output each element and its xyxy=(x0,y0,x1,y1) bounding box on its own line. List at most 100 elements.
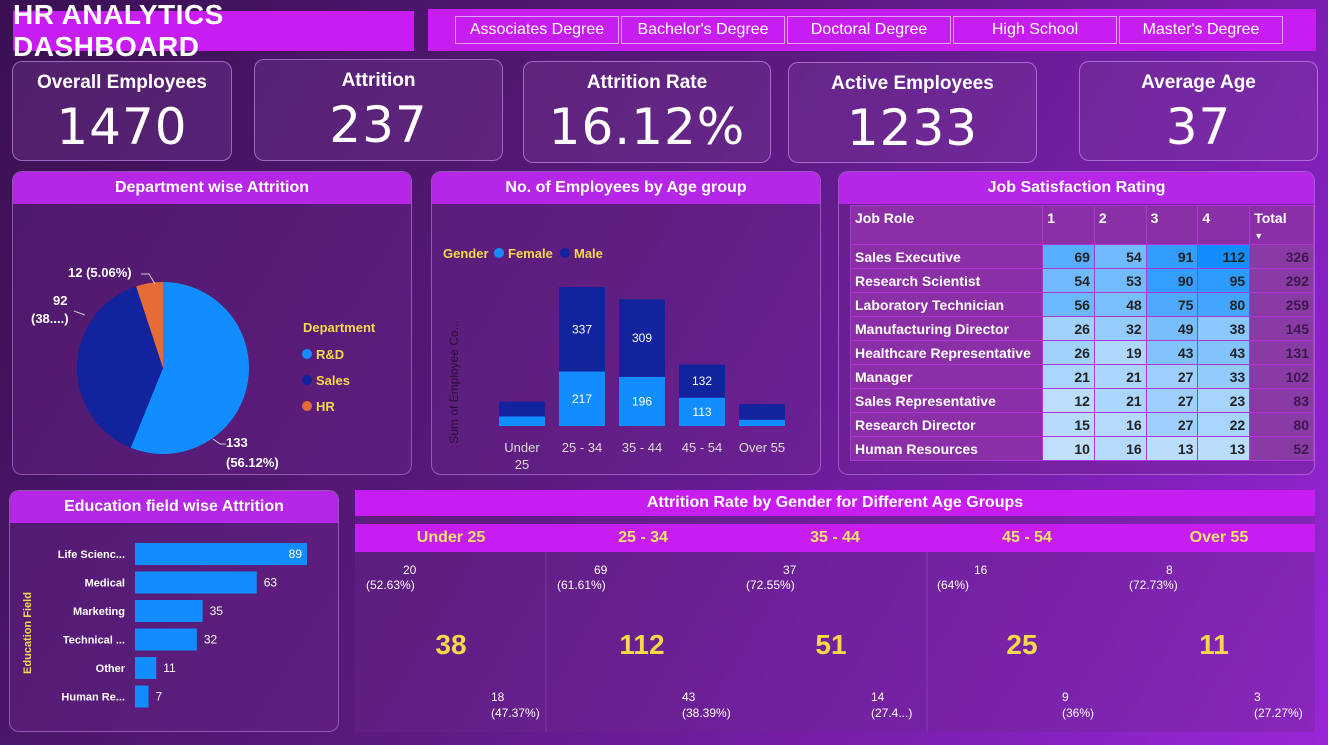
rating-cell: 38 xyxy=(1197,316,1251,341)
data-label: 133 xyxy=(226,435,248,450)
legend-item: R&D xyxy=(316,347,344,362)
job-role-cell: Research Director xyxy=(849,412,1044,437)
age-group-header: 35 - 44 xyxy=(810,529,860,546)
table-row[interactable]: Manager 21 21 27 33 102 xyxy=(849,364,1314,389)
table-row[interactable]: Manufacturing Director 26 32 49 38 145 xyxy=(849,316,1314,341)
table-row[interactable]: Research Director 15 16 27 22 80 xyxy=(849,412,1314,437)
total-cell: 52 xyxy=(1249,436,1314,461)
kpi-value: 37 xyxy=(1165,98,1232,156)
slicer-bachelors-degree[interactable]: Bachelor's Degree xyxy=(621,16,785,44)
sort-desc-icon[interactable]: ▼ xyxy=(1254,231,1263,241)
kpi-label: Attrition xyxy=(341,70,416,91)
kpi-value: 237 xyxy=(329,96,428,154)
data-label: (52.63%) xyxy=(366,578,415,592)
total-cell: 145 xyxy=(1249,316,1314,341)
rating-cell: 80 xyxy=(1197,292,1251,317)
data-label: (72.55%) xyxy=(746,578,795,592)
total-cell: 259 xyxy=(1249,292,1314,317)
y-axis-label: Education Field xyxy=(22,592,34,674)
data-label: 37 xyxy=(783,563,797,577)
rating-cell: 23 xyxy=(1197,388,1251,413)
tick-label: Other xyxy=(96,663,126,675)
total-cell: 292 xyxy=(1249,268,1314,293)
card-title: Department wise Attrition xyxy=(13,172,411,204)
data-label: 16 xyxy=(974,563,988,577)
bar-male[interactable] xyxy=(739,404,785,420)
bar[interactable] xyxy=(135,685,149,708)
legend-item: HR xyxy=(316,399,335,414)
col-header-job-role[interactable]: Job Role xyxy=(849,205,1044,245)
dashboard-title: HR ANALYTICS DASHBOARD xyxy=(13,0,414,62)
col-header-total[interactable]: Total ▼ xyxy=(1249,205,1314,245)
department-pie-chart[interactable]: 133 (56.12%) 92 (38....) 12 (5.06%) Departmen… xyxy=(13,204,411,474)
slicer-associates-degree[interactable]: Associates Degree xyxy=(455,16,619,44)
age-group-header: 45 - 54 xyxy=(1002,529,1052,546)
total-cell: 326 xyxy=(1249,244,1314,269)
col-header-1[interactable]: 1 xyxy=(1042,205,1095,245)
bar[interactable] xyxy=(135,600,203,622)
rating-cell: 21 xyxy=(1093,364,1147,389)
table-row[interactable]: Research Scientist 54 53 90 95 292 xyxy=(849,268,1314,293)
table-row[interactable]: Healthcare Representative 26 19 43 43 131 xyxy=(849,340,1314,365)
data-label: 92 xyxy=(53,293,67,308)
job-role-cell: Healthcare Representative xyxy=(849,340,1044,365)
data-label: 32 xyxy=(204,633,218,647)
col-header-3[interactable]: 3 xyxy=(1145,205,1199,245)
bar[interactable] xyxy=(135,628,197,651)
data-label: 14 xyxy=(871,690,885,704)
bar[interactable] xyxy=(135,543,307,565)
data-label: 217 xyxy=(572,392,592,406)
bar-female[interactable] xyxy=(499,416,545,426)
job-role-cell: Research Scientist xyxy=(849,268,1044,293)
donut-charts[interactable]: 3820(52.63%)18(47.37%)11269(61.61%)43(38… xyxy=(355,516,1315,732)
table-row[interactable]: Sales Executive 69 54 91 112 326 xyxy=(849,244,1314,269)
rating-cell: 12 xyxy=(1042,388,1095,413)
col-header-2[interactable]: 2 xyxy=(1093,205,1147,245)
data-label: (27.4...) xyxy=(871,706,912,720)
slicer-high-school[interactable]: High School xyxy=(953,16,1117,44)
total-label: Total xyxy=(1254,210,1287,226)
job-satisfaction-card: Job Satisfaction Rating Job Role 1 2 3 4… xyxy=(838,171,1315,475)
data-label: 20 xyxy=(403,563,417,577)
kpi-label: Overall Employees xyxy=(36,72,208,93)
data-label: 309 xyxy=(632,331,652,345)
kpi-average-age: Average Age 37 xyxy=(1079,61,1318,161)
kpi-value: 1233 xyxy=(846,99,979,157)
age-group-bar-chart[interactable]: GenderFemaleMaleSum of Employee Co...CF_… xyxy=(432,204,820,474)
total-cell: 83 xyxy=(1249,388,1314,413)
bar-male[interactable] xyxy=(499,401,545,417)
data-label: 337 xyxy=(572,322,592,336)
tick-label: Over 55 xyxy=(739,440,785,455)
education-bar-chart[interactable]: Education Field Life Scienc... 89 Medical 63… xyxy=(10,523,338,731)
rating-cell: 54 xyxy=(1042,268,1095,293)
legend-marker xyxy=(494,248,504,258)
kpi-value: 1470 xyxy=(56,98,188,156)
job-role-cell: Sales Representative xyxy=(849,388,1044,413)
kpi-active-employees: Active Employees 1233 xyxy=(788,62,1037,163)
rating-cell: 112 xyxy=(1197,244,1251,269)
slicer-masters-degree[interactable]: Master's Degree xyxy=(1119,16,1283,44)
rating-cell: 16 xyxy=(1093,436,1147,461)
kpi-attrition: Attrition 237 xyxy=(254,59,503,161)
bar[interactable] xyxy=(135,657,157,679)
rating-cell: 27 xyxy=(1145,412,1199,437)
slicer-doctoral-degree[interactable]: Doctoral Degree xyxy=(787,16,951,44)
col-header-4[interactable]: 4 xyxy=(1197,205,1251,245)
legend-title: Gender xyxy=(443,246,489,261)
data-label: 89 xyxy=(289,547,303,561)
legend-marker xyxy=(560,248,570,258)
rating-cell: 90 xyxy=(1145,268,1199,293)
data-label: 113 xyxy=(692,405,711,419)
rating-cell: 91 xyxy=(1145,244,1199,269)
bar-female[interactable] xyxy=(739,419,785,426)
kpi-label: Average Age xyxy=(1141,72,1256,93)
rating-cell: 69 xyxy=(1042,244,1095,269)
table-row[interactable]: Sales Representative 12 21 27 23 83 xyxy=(849,388,1314,413)
job-role-cell: Manager xyxy=(849,364,1044,389)
rating-cell: 22 xyxy=(1197,412,1251,437)
table-row[interactable]: Laboratory Technician 56 48 75 80 259 xyxy=(849,292,1314,317)
rating-cell: 56 xyxy=(1042,292,1095,317)
table-row[interactable]: Human Resources 10 16 13 13 52 xyxy=(849,436,1314,461)
legend-marker xyxy=(302,401,312,411)
bar[interactable] xyxy=(135,571,257,594)
